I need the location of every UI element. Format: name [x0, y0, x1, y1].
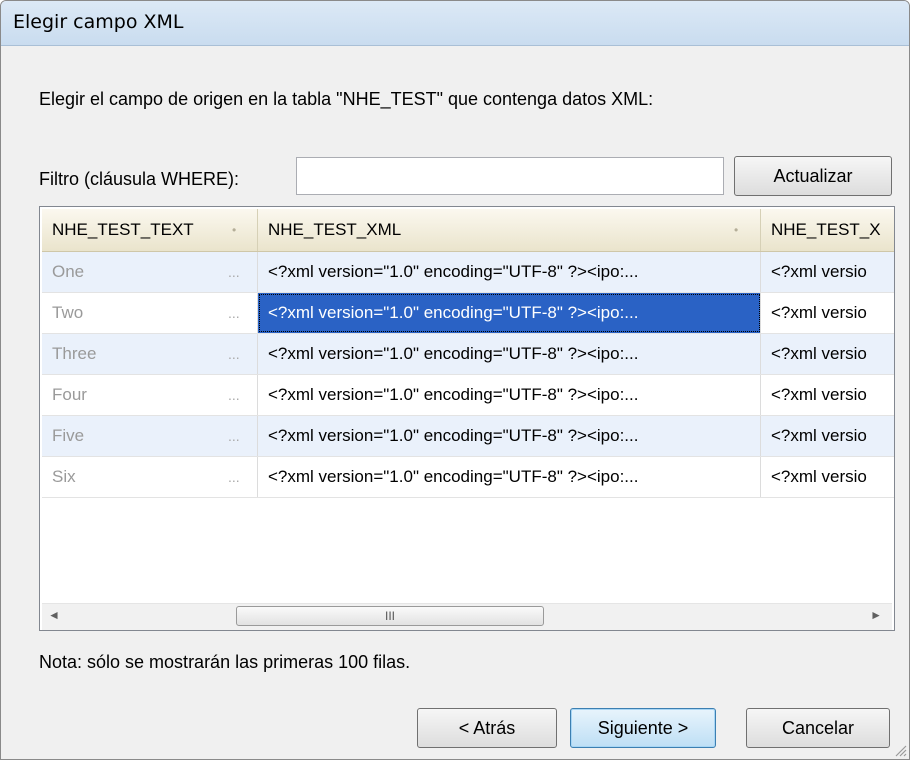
cell-value: Six [52, 467, 76, 486]
xml-cell[interactable]: <?xml version="1.0" encoding="UTF-8" ?><… [258, 252, 761, 292]
text-cell[interactable]: Three... [42, 334, 258, 374]
cell-ellipsis-button[interactable]: ... [228, 416, 240, 456]
text-cell[interactable]: Four... [42, 375, 258, 415]
grid-header: NHE_TEST_TEXT • NHE_TEST_XML • NHE_TEST_… [42, 209, 894, 252]
table-row[interactable]: Six... <?xml version="1.0" encoding="UTF… [42, 457, 894, 498]
column-header-label: NHE_TEST_TEXT [52, 220, 194, 239]
table-row[interactable]: Four... <?xml version="1.0" encoding="UT… [42, 375, 894, 416]
resize-grip-icon[interactable] [891, 741, 907, 757]
text-cell[interactable]: Five... [42, 416, 258, 456]
xml-cell[interactable]: <?xml version="1.0" encoding="UTF-8" ?><… [258, 457, 761, 497]
xml-cell-2[interactable]: <?xml versio [761, 416, 894, 456]
filter-label: Filtro (cláusula WHERE): [39, 169, 240, 189]
column-header-nhe-test-x[interactable]: NHE_TEST_X [761, 209, 894, 251]
instruction-text: Elegir el campo de origen en la tabla "N… [39, 89, 654, 109]
dialog-title: Elegir campo XML [13, 11, 184, 33]
cell-value: Two [52, 303, 84, 322]
scrollbar-thumb[interactable]: III [236, 606, 544, 626]
xml-cell[interactable]: <?xml version="1.0" encoding="UTF-8" ?><… [258, 416, 761, 456]
cancel-button[interactable]: Cancelar [746, 708, 890, 748]
scroll-right-arrow-icon[interactable]: ► [870, 608, 882, 622]
refresh-button[interactable]: Actualizar [734, 156, 892, 196]
column-header-nhe-test-xml[interactable]: NHE_TEST_XML • [258, 209, 761, 251]
column-header-label: NHE_TEST_XML [268, 220, 402, 239]
sort-indicator-icon: • [232, 223, 237, 237]
cell-value: One [52, 262, 85, 281]
xml-cell-2[interactable]: <?xml versio [761, 457, 894, 497]
xml-cell-2[interactable]: <?xml versio [761, 334, 894, 374]
text-cell[interactable]: Two... [42, 293, 258, 333]
table-row[interactable]: Three... <?xml version="1.0" encoding="U… [42, 334, 894, 375]
table-row[interactable]: Five... <?xml version="1.0" encoding="UT… [42, 416, 894, 457]
xml-cell[interactable]: <?xml version="1.0" encoding="UTF-8" ?><… [258, 334, 761, 374]
sort-indicator-icon: • [734, 223, 739, 237]
table-row[interactable]: Two... <?xml version="1.0" encoding="UTF… [42, 293, 894, 334]
xml-cell[interactable]: <?xml version="1.0" encoding="UTF-8" ?><… [258, 375, 761, 415]
cell-ellipsis-button[interactable]: ... [228, 252, 240, 292]
table-row[interactable]: One... <?xml version="1.0" encoding="UTF… [42, 252, 894, 293]
horizontal-scrollbar[interactable]: ◄ III ► [42, 603, 892, 630]
cell-ellipsis-button[interactable]: ... [228, 293, 240, 333]
text-cell[interactable]: One... [42, 252, 258, 292]
xml-cell-2[interactable]: <?xml versio [761, 375, 894, 415]
filter-where-input[interactable] [296, 157, 724, 195]
xml-cell-2[interactable]: <?xml versio [761, 252, 894, 292]
cell-ellipsis-button[interactable]: ... [228, 457, 240, 497]
scroll-left-arrow-icon[interactable]: ◄ [48, 608, 60, 622]
cell-ellipsis-button[interactable]: ... [228, 375, 240, 415]
cell-value: Four [52, 385, 87, 404]
cell-ellipsis-button[interactable]: ... [228, 334, 240, 374]
cell-value: Five [52, 426, 85, 445]
records-grid: NHE_TEST_TEXT • NHE_TEST_XML • NHE_TEST_… [39, 206, 895, 631]
title-bar: Elegir campo XML [1, 1, 909, 46]
choose-xml-field-dialog: Elegir campo XML Elegir el campo de orig… [0, 0, 910, 760]
text-cell[interactable]: Six... [42, 457, 258, 497]
column-header-nhe-test-text[interactable]: NHE_TEST_TEXT • [42, 209, 258, 251]
xml-cell-selected[interactable]: <?xml version="1.0" encoding="UTF-8" ?><… [258, 293, 761, 333]
back-button[interactable]: < Atrás [417, 708, 557, 748]
next-button[interactable]: Siguiente > [570, 708, 716, 748]
row-limit-note: Nota: sólo se mostrarán las primeras 100… [39, 652, 411, 672]
xml-cell-2[interactable]: <?xml versio [761, 293, 894, 333]
cell-value: Three [52, 344, 97, 363]
